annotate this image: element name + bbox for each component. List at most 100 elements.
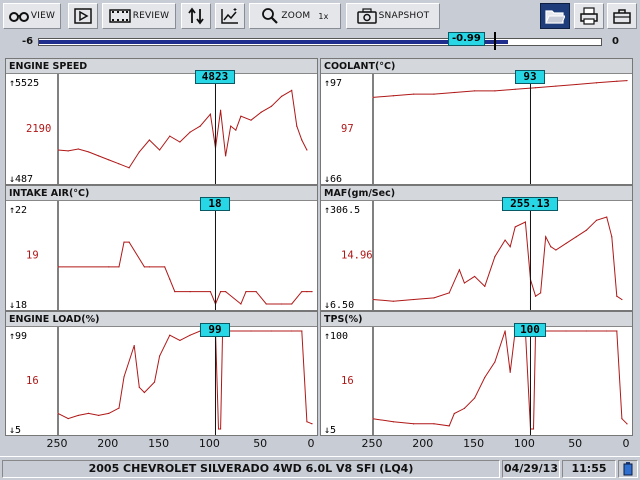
data-point	[565, 330, 567, 332]
data-point	[291, 89, 293, 92]
data-point	[372, 298, 374, 301]
x-tick-label: 250	[46, 437, 68, 450]
data-point	[621, 298, 623, 301]
data-point	[128, 167, 130, 169]
data-point	[98, 155, 100, 157]
chart-plot: ↑97 97 ↓66	[324, 74, 628, 184]
panel-tps[interactable]: TPS(%) ↑100 16 ↓5 100	[320, 311, 633, 436]
data-point	[458, 269, 460, 271]
x-tick-label: 200	[412, 437, 434, 450]
sort-button[interactable]	[181, 3, 211, 29]
data-point	[174, 291, 176, 293]
panel-engine-speed[interactable]: ENGINE SPEED ↑5525 2190 ↓487 4823	[5, 58, 318, 185]
data-point	[189, 291, 191, 293]
data-point	[291, 303, 293, 305]
toolbox-icon	[613, 9, 631, 24]
data-point	[169, 135, 171, 137]
zoom-label: ZOOM	[281, 11, 311, 21]
data-point	[260, 111, 262, 113]
slider-thumb[interactable]	[494, 32, 496, 50]
series-line	[57, 89, 308, 169]
data-point	[585, 229, 587, 231]
play-button[interactable]	[68, 3, 98, 29]
status-bar: 2005 CHEVROLET SILVERADO 4WD 6.0L V8 SFI…	[0, 456, 640, 480]
review-button[interactable]: REVIEW	[102, 3, 176, 29]
data-point	[148, 266, 151, 268]
data-point	[217, 428, 220, 430]
snapshot-label: SNAPSHOT	[378, 11, 430, 21]
x-tick-label: 50	[568, 437, 583, 450]
slider-fill	[39, 40, 508, 44]
y-min-label: ↓5	[9, 425, 21, 435]
time-field: 11:55	[562, 460, 616, 478]
data-point	[484, 285, 486, 287]
data-point	[575, 83, 577, 86]
film-icon	[108, 9, 131, 23]
print-button[interactable]	[574, 3, 604, 29]
data-point	[595, 82, 598, 84]
time-slider[interactable]	[38, 38, 602, 46]
x-axis-left: 250 200 150 100 50 0	[5, 436, 318, 454]
snapshot-button[interactable]: SNAPSHOT	[346, 3, 440, 29]
data-point	[540, 292, 542, 294]
data-point	[453, 91, 455, 94]
data-point	[169, 334, 171, 336]
data-point	[611, 236, 613, 238]
panel-coolant[interactable]: COOLANT(°C) ↑97 97 ↓66 93	[320, 58, 633, 185]
time-slider-row: -6 -0.99 0	[0, 32, 640, 54]
panel-title: MAF(gm/Sec)	[321, 186, 632, 201]
panel-title: INTAKE AIR(°C)	[6, 186, 317, 201]
data-point	[514, 226, 516, 228]
panel-maf[interactable]: MAF(gm/Sec) ↑306.5 14.96 ↓6.50 255.13	[320, 185, 633, 311]
y-max-label: ↑22	[9, 205, 27, 216]
play-icon	[74, 8, 92, 24]
data-point	[143, 266, 145, 268]
y-mid-label: 16	[341, 375, 354, 387]
data-point	[504, 330, 506, 332]
data-point	[189, 334, 191, 336]
panel-engine-load[interactable]: ENGINE LOAD(%) ↑99 16 ↓5 99	[5, 311, 318, 436]
panel-title: TPS(%)	[321, 312, 632, 327]
data-point	[453, 412, 455, 415]
cursor-value: 93	[515, 70, 545, 84]
data-point	[433, 423, 435, 425]
series-line	[372, 330, 628, 430]
data-point	[413, 298, 415, 301]
cursor-value: 255.13	[502, 197, 558, 211]
data-point	[219, 109, 222, 111]
zoom-button[interactable]: ZOOM 1x	[249, 3, 341, 29]
view-button[interactable]: VIEW	[3, 3, 61, 29]
x-tick-label: 0	[622, 437, 630, 450]
x-tick-label: 150	[463, 437, 485, 450]
chart-plot: ↑5525 2190 ↓487	[9, 74, 308, 184]
data-point	[616, 330, 618, 332]
data-point	[280, 303, 283, 305]
y-max-label: ↑5525	[9, 78, 39, 89]
data-point	[413, 423, 415, 425]
data-point	[57, 412, 59, 414]
graph-sparkle-icon	[221, 8, 238, 24]
data-point	[392, 421, 394, 423]
toolbox-button[interactable]	[607, 3, 637, 29]
data-point	[311, 423, 313, 425]
data-point	[225, 291, 227, 293]
data-point	[123, 241, 125, 243]
y-mid-label: 16	[26, 375, 39, 387]
y-max-label: ↑100	[324, 331, 348, 342]
graph-button[interactable]	[215, 3, 245, 29]
data-point	[484, 376, 486, 379]
y-mid-label: 97	[341, 123, 354, 135]
data-point	[230, 125, 232, 127]
panel-intake-air[interactable]: INTAKE AIR(°C) ↑22 19 ↓18 18	[5, 185, 318, 311]
data-point	[270, 105, 272, 107]
up-down-arrows-icon	[188, 7, 204, 25]
data-point	[280, 95, 283, 97]
data-point	[123, 376, 125, 378]
data-point	[153, 381, 156, 383]
open-folder-button[interactable]	[540, 3, 570, 29]
x-tick-label: 100	[513, 437, 535, 450]
data-point	[240, 115, 242, 117]
data-point	[108, 412, 110, 414]
data-point	[494, 361, 496, 363]
data-point	[372, 418, 374, 420]
